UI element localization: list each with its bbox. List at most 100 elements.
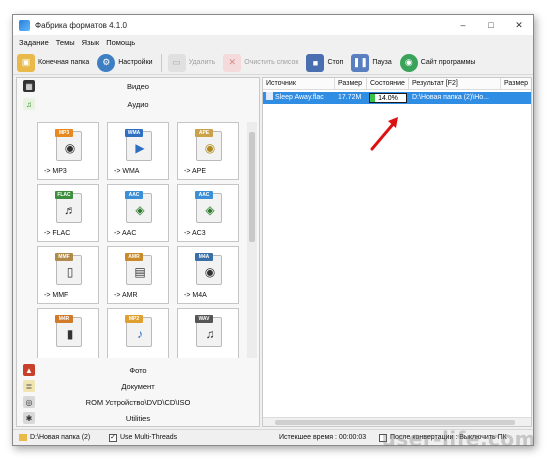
- delete-icon: ▭: [167, 53, 186, 72]
- tile-label: -> AC3: [184, 230, 206, 237]
- format-tile-mp3[interactable]: MP3 ◉ -> MP3: [37, 122, 99, 180]
- column-source[interactable]: Источник: [263, 78, 335, 90]
- category-rom-label: ROM Устройство\DVD\CD\ISO: [85, 397, 191, 407]
- scrollbar-thumb[interactable]: [249, 132, 255, 242]
- speaker-icon: ◈: [135, 203, 145, 217]
- format-tile-m4a[interactable]: M4A ◉ -> M4A: [177, 246, 239, 304]
- notes-icon: ♫: [205, 327, 215, 341]
- menu-help[interactable]: Помощь: [106, 37, 135, 49]
- settings-button[interactable]: ⚙ Настройки: [97, 52, 153, 74]
- amr-file-icon: AMR ▤: [125, 253, 152, 285]
- note-icon: ♪: [137, 327, 143, 341]
- output-folder-status[interactable]: D:\Новая папка (2): [19, 434, 109, 441]
- column-output-size[interactable]: Размер: [501, 78, 531, 90]
- tile-label: -> APE: [184, 168, 206, 175]
- task-source: Sleep Away.flac: [275, 94, 324, 101]
- multithreads-checkbox[interactable]: ✓: [109, 433, 117, 442]
- output-folder-button[interactable]: ▣ Конечная папка: [17, 52, 89, 74]
- close-button[interactable]: ✕: [505, 15, 533, 35]
- category-audio[interactable]: ♫ Аудио: [17, 96, 259, 112]
- website-button[interactable]: ◉ Сайт программы: [399, 52, 475, 74]
- task-size: 17.72M: [338, 94, 362, 101]
- ac3-file-icon: AAC ◈: [195, 191, 222, 223]
- aac-file-icon: AAC ◈: [125, 191, 152, 223]
- tools-icon: ✱: [23, 412, 35, 424]
- stop-icon: ■: [306, 53, 325, 72]
- category-photo-label: Фото: [129, 365, 147, 375]
- scrollbar-thumb[interactable]: [275, 420, 515, 425]
- category-rom[interactable]: ◎ ROM Устройство\DVD\CD\ISO: [17, 394, 259, 410]
- mp3-file-icon: MP3 ◉: [55, 129, 82, 161]
- stop-button[interactable]: ■ Стоп: [306, 52, 343, 74]
- tile-badge: APE: [195, 129, 213, 137]
- task-source-cell: Sleep Away.flac: [263, 92, 335, 104]
- format-tile-ape[interactable]: APE ◉ -> APE: [177, 122, 239, 180]
- film-icon: ▦: [23, 80, 35, 92]
- menu-language[interactable]: Язык: [82, 37, 100, 49]
- m4r-file-icon: M4R ▮: [55, 315, 82, 347]
- speaker-icon: ◈: [205, 203, 215, 217]
- menu-task[interactable]: Задание: [19, 37, 49, 49]
- phone-icon: ▮: [66, 327, 74, 341]
- category-document[interactable]: ≣ Документ: [17, 378, 259, 394]
- format-tile-ac3[interactable]: AAC ◈ -> AC3: [177, 184, 239, 242]
- category-video-label: Видео: [127, 81, 149, 91]
- wma-file-icon: WMA ▶: [125, 129, 152, 161]
- watermark: user-life.com: [381, 427, 536, 451]
- toolbar: ▣ Конечная папка ⚙ Настройки ▭ Удалить ✕…: [13, 51, 533, 75]
- speaker-icon: ◉: [204, 265, 216, 279]
- format-tile-amr[interactable]: AMR ▤ -> AMR: [107, 246, 169, 304]
- task-progress-text: 14.0%: [378, 95, 398, 102]
- format-tile-mp2[interactable]: MP2 ♪: [107, 308, 169, 358]
- mobile-icon: ▯: [66, 265, 74, 279]
- play-disc-icon: ▶: [135, 141, 145, 155]
- tile-badge: AAC: [195, 191, 213, 199]
- tile-badge: WAV: [195, 315, 213, 323]
- format-grid-scrollbar[interactable]: [247, 122, 257, 358]
- format-tile-m4r[interactable]: M4R ▮: [37, 308, 99, 358]
- column-result[interactable]: Результат [F2]: [409, 78, 501, 90]
- speaker-icon: ◉: [64, 141, 76, 155]
- task-progress-bar: 14.0%: [369, 93, 407, 103]
- delete-button[interactable]: ▭ Удалить: [167, 52, 216, 74]
- delete-label: Удалить: [188, 59, 216, 66]
- format-tile-flac[interactable]: FLAC ♬ -> FLAC: [37, 184, 99, 242]
- menu-themes[interactable]: Темы: [56, 37, 75, 49]
- tile-badge: WMA: [125, 129, 143, 137]
- tile-label: -> WMA: [114, 168, 140, 175]
- tile-label: -> AAC: [114, 230, 137, 237]
- tile-label: -> MMF: [44, 292, 69, 299]
- multithreads-label: Use Multi-Threads: [120, 434, 178, 441]
- pause-button[interactable]: ❚❚ Пауза: [351, 52, 392, 74]
- folder-icon: ▣: [17, 53, 35, 72]
- toolbar-divider: [160, 53, 162, 72]
- multithreads-toggle[interactable]: ✓ Use Multi-Threads: [109, 433, 279, 442]
- format-tile-mmf[interactable]: MMF ▯ -> MMF: [37, 246, 99, 304]
- category-photo[interactable]: ▲ Фото: [17, 362, 259, 378]
- clear-list-label: Очистить список: [244, 59, 299, 66]
- tile-badge: MP3: [55, 129, 73, 137]
- minimize-button[interactable]: –: [449, 15, 477, 35]
- window-title: Фабрика форматов 4.1.0: [35, 20, 127, 30]
- speaker-icon: ◉: [204, 141, 216, 155]
- column-status[interactable]: Состояние: [367, 78, 409, 90]
- task-list-hscrollbar[interactable]: [263, 417, 531, 426]
- maximize-button[interactable]: □: [477, 15, 505, 35]
- format-tile-wma[interactable]: WMA ▶ -> WMA: [107, 122, 169, 180]
- column-size[interactable]: Размер: [335, 78, 367, 90]
- task-row[interactable]: Sleep Away.flac 17.72M 14.0% D:\Новая па…: [263, 92, 531, 104]
- mmf-file-icon: MMF ▯: [55, 253, 82, 285]
- tile-badge: MP2: [125, 315, 143, 323]
- menu-bar: Задание Темы Язык Помощь: [13, 37, 533, 49]
- format-tile-aac[interactable]: AAC ◈ -> AAC: [107, 184, 169, 242]
- clear-list-button[interactable]: ✕ Очистить список: [223, 52, 298, 74]
- gear-icon: ⚙: [97, 53, 116, 72]
- tile-badge: M4A: [195, 253, 213, 261]
- category-video[interactable]: ▦ Видео: [17, 78, 259, 94]
- output-folder-label: Конечная папка: [38, 59, 90, 66]
- tile-label: -> M4A: [184, 292, 207, 299]
- format-tile-wav[interactable]: WAV ♫: [177, 308, 239, 358]
- category-utilities[interactable]: ✱ Utilities: [17, 410, 259, 426]
- category-document-label: Документ: [121, 381, 155, 391]
- app-icon: [19, 19, 30, 31]
